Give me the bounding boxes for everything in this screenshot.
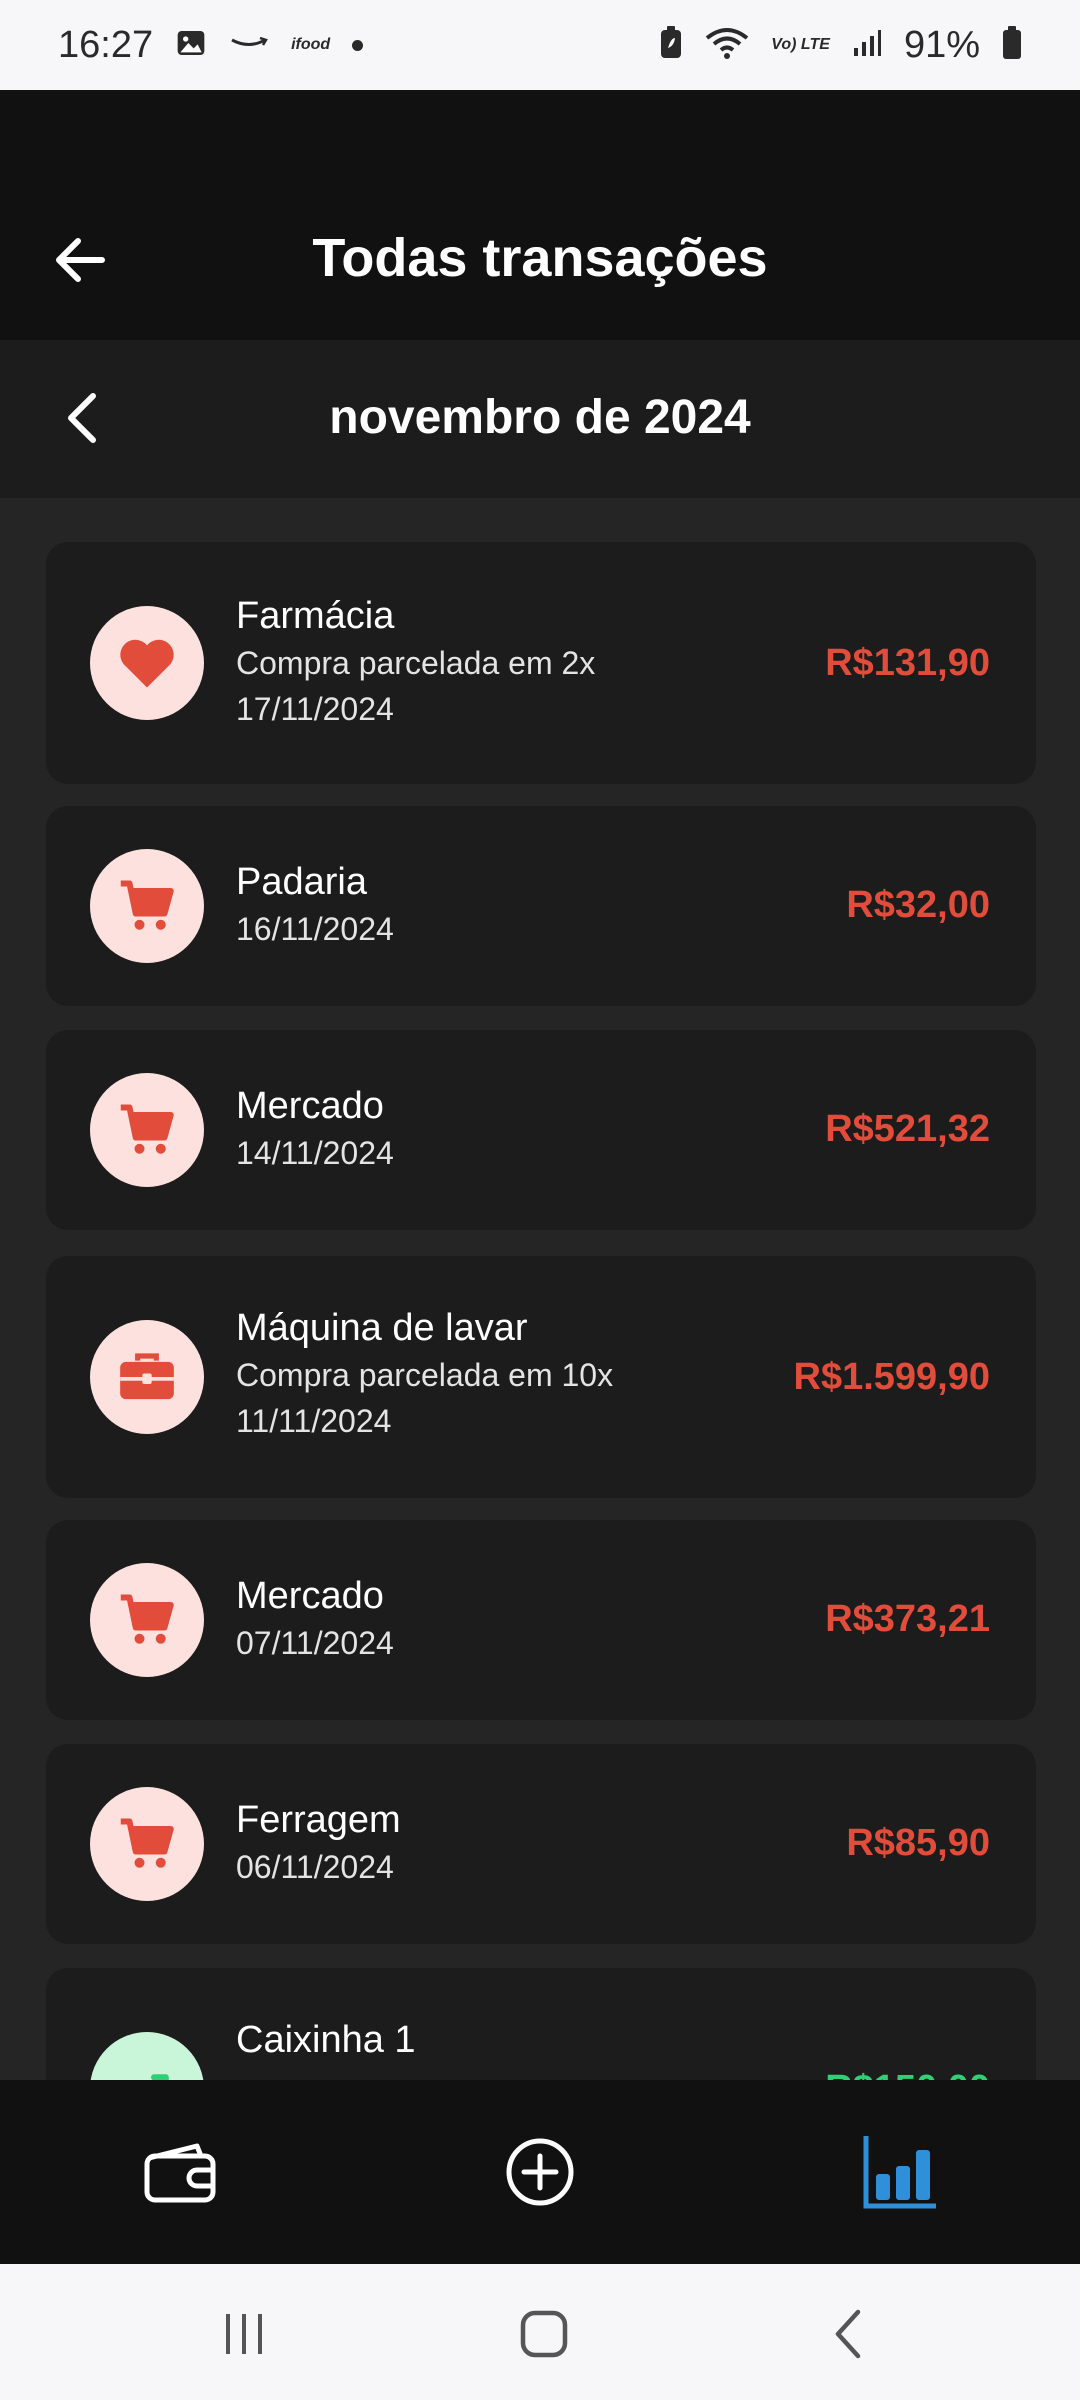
bar-chart-icon: [863, 2136, 936, 2209]
home-icon: [520, 2310, 568, 2358]
transaction-text: Mercado 14/11/2024: [236, 1082, 394, 1176]
transaction-name: Padaria: [236, 861, 367, 903]
category-badge: [90, 606, 204, 720]
transaction-date: 07/11/2024: [236, 1625, 394, 1661]
cart-icon: [120, 1818, 174, 1868]
transaction-text: Máquina de lavar Compra parcelada em 10x…: [236, 1304, 613, 1444]
home-button[interactable]: [504, 2294, 584, 2374]
transaction-name: Mercado: [236, 1575, 384, 1617]
nav-reports[interactable]: [850, 2122, 950, 2222]
transaction-detail: Compra parcelada em 2x: [236, 645, 596, 681]
transaction-date: 16/11/2024: [236, 911, 394, 947]
category-badge: [90, 1563, 204, 1677]
transaction-text: Padaria 16/11/2024: [236, 858, 394, 952]
savings-icon: [150, 2074, 169, 2080]
battery-icon: [1002, 25, 1022, 65]
status-bar: 16:27 ifood Vo) LTE 91%: [0, 0, 1080, 90]
month-navigator: novembro de 2024: [0, 340, 1080, 498]
cart-icon: [120, 1594, 174, 1644]
transaction-card[interactable]: Farmácia Compra parcelada em 2x 17/11/20…: [46, 542, 1036, 784]
system-back-icon: [835, 2309, 861, 2359]
heart-icon: [120, 639, 174, 688]
gallery-icon: [175, 27, 207, 64]
system-back-button[interactable]: [808, 2294, 888, 2374]
transaction-card[interactable]: Caixinha 1 R$150,00: [46, 1968, 1036, 2080]
bottom-navigation: [0, 2080, 1080, 2264]
amazon-icon: [229, 33, 269, 58]
category-badge: [90, 849, 204, 963]
transaction-card[interactable]: Ferragem 06/11/2024 R$85,90: [46, 1744, 1036, 1944]
battery-percent: 91%: [903, 23, 980, 66]
transaction-amount: R$85,90: [846, 1822, 990, 1864]
system-navigation-bar: [0, 2264, 1080, 2400]
transaction-amount: R$373,21: [825, 1598, 990, 1640]
transaction-name: Máquina de lavar: [236, 1307, 528, 1349]
signal-icon: [852, 28, 882, 63]
transaction-amount: R$32,00: [846, 884, 990, 926]
category-badge: [90, 1320, 204, 1434]
transaction-text: Farmácia Compra parcelada em 2x 17/11/20…: [236, 592, 595, 732]
ifood-badge: ifood: [291, 36, 331, 53]
add-circle-icon: [506, 2138, 574, 2206]
transaction-name: Farmácia: [236, 595, 395, 637]
wifi-icon: [705, 26, 749, 65]
transaction-card[interactable]: Mercado 07/11/2024 R$373,21: [46, 1520, 1036, 1720]
transaction-date: 06/11/2024: [236, 1849, 394, 1885]
app-header: Todas transações: [0, 90, 1080, 340]
transaction-date: 11/11/2024: [236, 1403, 392, 1439]
transaction-card[interactable]: Máquina de lavar Compra parcelada em 10x…: [46, 1256, 1036, 1498]
volte-badge: Vo) LTE: [771, 36, 830, 53]
status-time: 16:27: [58, 23, 154, 66]
status-left: 16:27 ifood: [58, 23, 364, 67]
category-badge: [90, 1073, 204, 1187]
transaction-card[interactable]: Padaria 16/11/2024 R$32,00: [46, 806, 1036, 1006]
transaction-name: Caixinha 1: [236, 2019, 416, 2061]
recent-apps-icon: [226, 2314, 262, 2354]
nav-add[interactable]: [490, 2122, 590, 2222]
month-title: novembro de 2024: [329, 391, 751, 444]
transaction-date: 17/11/2024: [236, 691, 394, 727]
wallet-icon: [144, 2143, 216, 2203]
transaction-detail: Compra parcelada em 10x: [236, 1357, 614, 1393]
status-right: Vo) LTE 91%: [659, 24, 1022, 67]
briefcase-icon: [120, 1353, 174, 1400]
nav-wallet[interactable]: [130, 2122, 230, 2222]
transaction-text: Ferragem 06/11/2024: [236, 1796, 401, 1890]
transaction-text: Mercado 07/11/2024: [236, 1572, 394, 1666]
notification-dot-icon: [352, 39, 364, 51]
category-badge: [90, 1787, 204, 1901]
cart-icon: [120, 1104, 174, 1154]
transaction-date: 14/11/2024: [236, 1135, 394, 1171]
transactions-list[interactable]: Farmácia Compra parcelada em 2x 17/11/20…: [0, 498, 1080, 2080]
transaction-amount: R$521,32: [825, 1108, 990, 1150]
transaction-amount: R$131,90: [825, 642, 990, 684]
cart-icon: [120, 880, 174, 930]
recent-apps-button[interactable]: [204, 2294, 284, 2374]
transaction-amount: R$150,00: [825, 2068, 990, 2080]
transaction-text: Caixinha 1: [236, 2016, 416, 2064]
transaction-name: Mercado: [236, 1085, 384, 1127]
transaction-card[interactable]: Mercado 14/11/2024 R$521,32: [46, 1030, 1036, 1230]
transaction-amount: R$1.599,90: [793, 1356, 991, 1398]
page-title: Todas transações: [312, 228, 768, 288]
category-badge: [90, 2032, 204, 2080]
battery-saver-icon: [659, 25, 683, 65]
transaction-name: Ferragem: [236, 1799, 401, 1841]
